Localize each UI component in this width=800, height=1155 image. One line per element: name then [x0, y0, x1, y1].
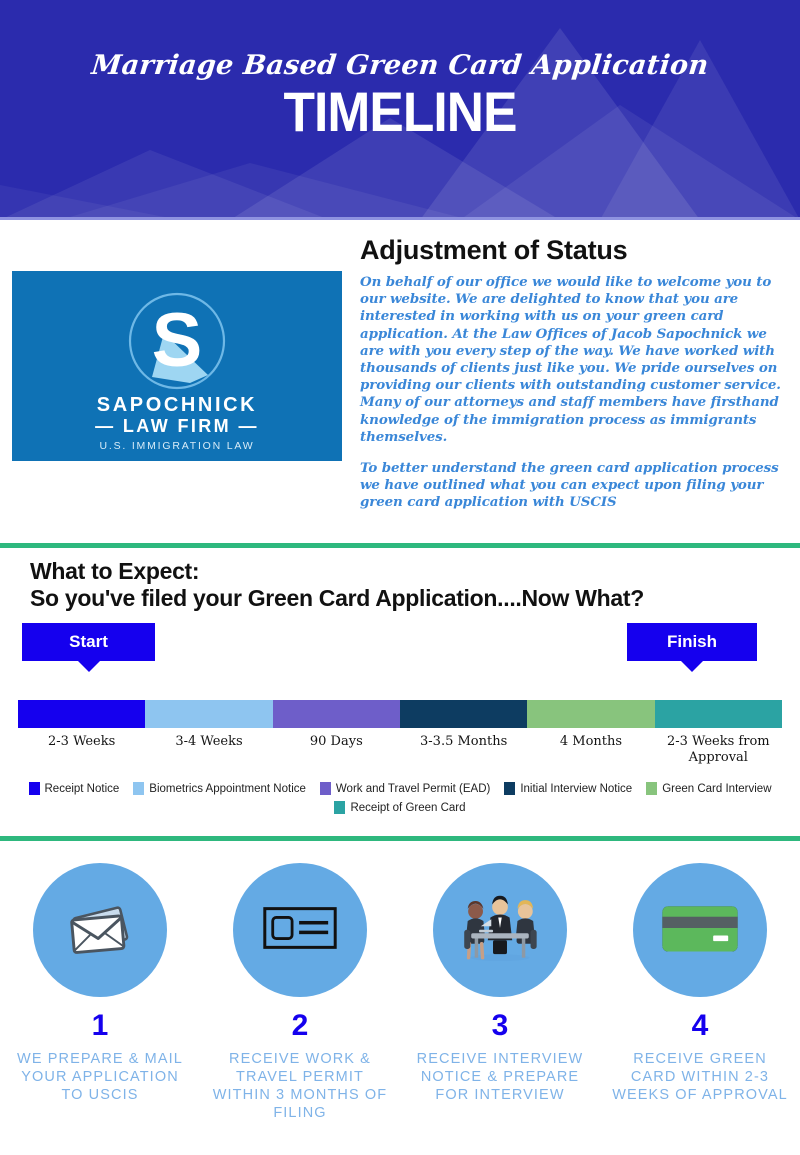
step-icon-circle: [33, 863, 167, 997]
step-number: 4: [691, 1009, 709, 1042]
timeline-segment: [527, 700, 655, 728]
page-header: Marriage Based Green Card Application TI…: [0, 0, 800, 220]
legend-label: Green Card Interview: [662, 782, 772, 795]
envelope-icon: [57, 885, 143, 976]
intro-section: S SAPOCHNICK — LAW FIRM — U.S. IMMIGRATI…: [0, 220, 800, 543]
legend-label: Biometrics Appointment Notice: [149, 782, 306, 795]
legend-swatch-icon: [28, 782, 40, 795]
expect-heading: What to Expect: So you've filed your Gre…: [30, 558, 644, 612]
legend-label: Work and Travel Permit (EAD): [335, 782, 491, 795]
intro-paragraph-1: On behalf of our office we would like to…: [360, 274, 781, 445]
green-card-icon: [653, 881, 747, 980]
firm-logo-graphic: S SAPOCHNICK — LAW FIRM — U.S. IMMIGRATI…: [12, 271, 342, 461]
timeline-tick-label: 3-4 Weeks: [175, 734, 243, 749]
timeline-tick-label: 2-3 Weeks from Approval: [666, 734, 770, 765]
header-bottom-rule: [0, 217, 800, 220]
legend-swatch-icon: [319, 782, 331, 795]
intro-text-block: Adjustment of Status On behalf of our of…: [360, 235, 788, 512]
timeline-tick-label: 90 Days: [309, 734, 363, 749]
logo-monogram: S: [152, 298, 203, 383]
legend-row-secondary: Receipt of Green Card: [0, 801, 800, 814]
step-caption: RECEIVE GREEN CARD WITHIN 2-3 WEEKS OF A…: [612, 1051, 788, 1103]
logo-firm-name: SAPOCHNICK: [97, 394, 257, 416]
legend-swatch-icon: [646, 782, 658, 795]
legend-label: Initial Interview Notice: [520, 782, 633, 795]
firm-logo: S SAPOCHNICK — LAW FIRM — U.S. IMMIGRATI…: [12, 271, 342, 461]
timeline-finish-marker: Finish: [627, 623, 757, 672]
timeline-tick-label: 4 Months: [559, 734, 623, 749]
logo-tagline: U.S. IMMIGRATION LAW: [99, 440, 254, 452]
legend-label: Receipt of Green Card: [350, 801, 466, 814]
step-item: 1 WE PREPARE & MAIL YOUR APPLICATION TO U…: [0, 863, 200, 1153]
timeline-legend: Receipt Notice Biometrics Appointment Not…: [0, 782, 800, 814]
interview-meeting-icon: [452, 884, 548, 977]
step-number: 1: [91, 1009, 109, 1042]
expect-heading-line-2: So you've filed your Green Card Applicat…: [30, 585, 644, 611]
steps-section: 1 WE PREPARE & MAIL YOUR APPLICATION TO U…: [0, 841, 800, 1153]
legend-label: Receipt Notice: [44, 782, 120, 795]
step-caption: WE PREPARE & MAIL YOUR APPLICATION TO US…: [17, 1051, 183, 1103]
timeline-tick-label: 2-3 Weeks: [48, 734, 116, 749]
timeline-segment: [399, 700, 528, 728]
legend-item: Green Card Interview: [646, 782, 772, 795]
timeline-segment: [654, 700, 782, 728]
legend-item: Biometrics Appointment Notice: [133, 782, 306, 795]
step-caption: RECEIVE INTERVIEW NOTICE & PREPARE FOR I…: [416, 1051, 584, 1103]
legend-swatch-icon: [133, 782, 145, 795]
timeline-segment: [145, 700, 273, 728]
permit-card-icon: [256, 884, 344, 977]
timeline-start-label: Start: [69, 632, 108, 651]
step-icon-circle: [433, 863, 567, 997]
timeline-bar: [18, 700, 782, 728]
timeline-tick-labels: 2-3 Weeks 3-4 Weeks 90 Days 3-3.5 Months 4 M…: [18, 734, 782, 766]
legend-row-primary: Receipt Notice Biometrics Appointment Not…: [0, 782, 800, 795]
legend-swatch-icon: [504, 782, 516, 795]
legend-item: Receipt Notice: [28, 782, 120, 795]
logo-firm-subtitle: — LAW FIRM —: [95, 416, 259, 436]
legend-item: Receipt of Green Card: [334, 801, 466, 814]
step-icon-circle: [233, 863, 367, 997]
timeline-segment: [18, 700, 146, 728]
timeline-start-marker: Start: [22, 623, 155, 672]
legend-item: Work and Travel Permit (EAD): [319, 782, 491, 795]
legend-item: Initial Interview Notice: [504, 782, 632, 795]
step-caption: RECEIVE WORK & TRAVEL PERMIT WITHIN 3 MO…: [212, 1051, 388, 1121]
what-to-expect-section: What to Expect: So you've filed your Gre…: [0, 548, 800, 836]
timeline-segment: [272, 700, 400, 728]
timeline-finish-label: Finish: [666, 632, 718, 651]
expect-heading-line-1: What to Expect:: [30, 558, 200, 584]
header-subtitle: Marriage Based Green Card Application: [89, 50, 711, 81]
step-icon-circle: [633, 863, 767, 997]
step-number: 3: [491, 1009, 509, 1042]
step-item: 3 RECEIVE INTERVIEW NOTICE & PREPARE FOR …: [400, 863, 600, 1153]
timeline-tick-label: 3-3.5 Months: [420, 734, 508, 749]
step-item: 4 RECEIVE GREEN CARD WITHIN 2-3 WEEKS OF …: [600, 863, 800, 1153]
intro-paragraph-2: To better understand the green card appl…: [360, 460, 779, 511]
step-number: 2: [291, 1009, 309, 1042]
step-item: 2 RECEIVE WORK & TRAVEL PERMIT WITHIN 3 M…: [200, 863, 400, 1153]
legend-swatch-icon: [334, 801, 346, 814]
page-title: TIMELINE: [283, 80, 517, 143]
intro-heading: Adjustment of Status: [360, 235, 628, 265]
